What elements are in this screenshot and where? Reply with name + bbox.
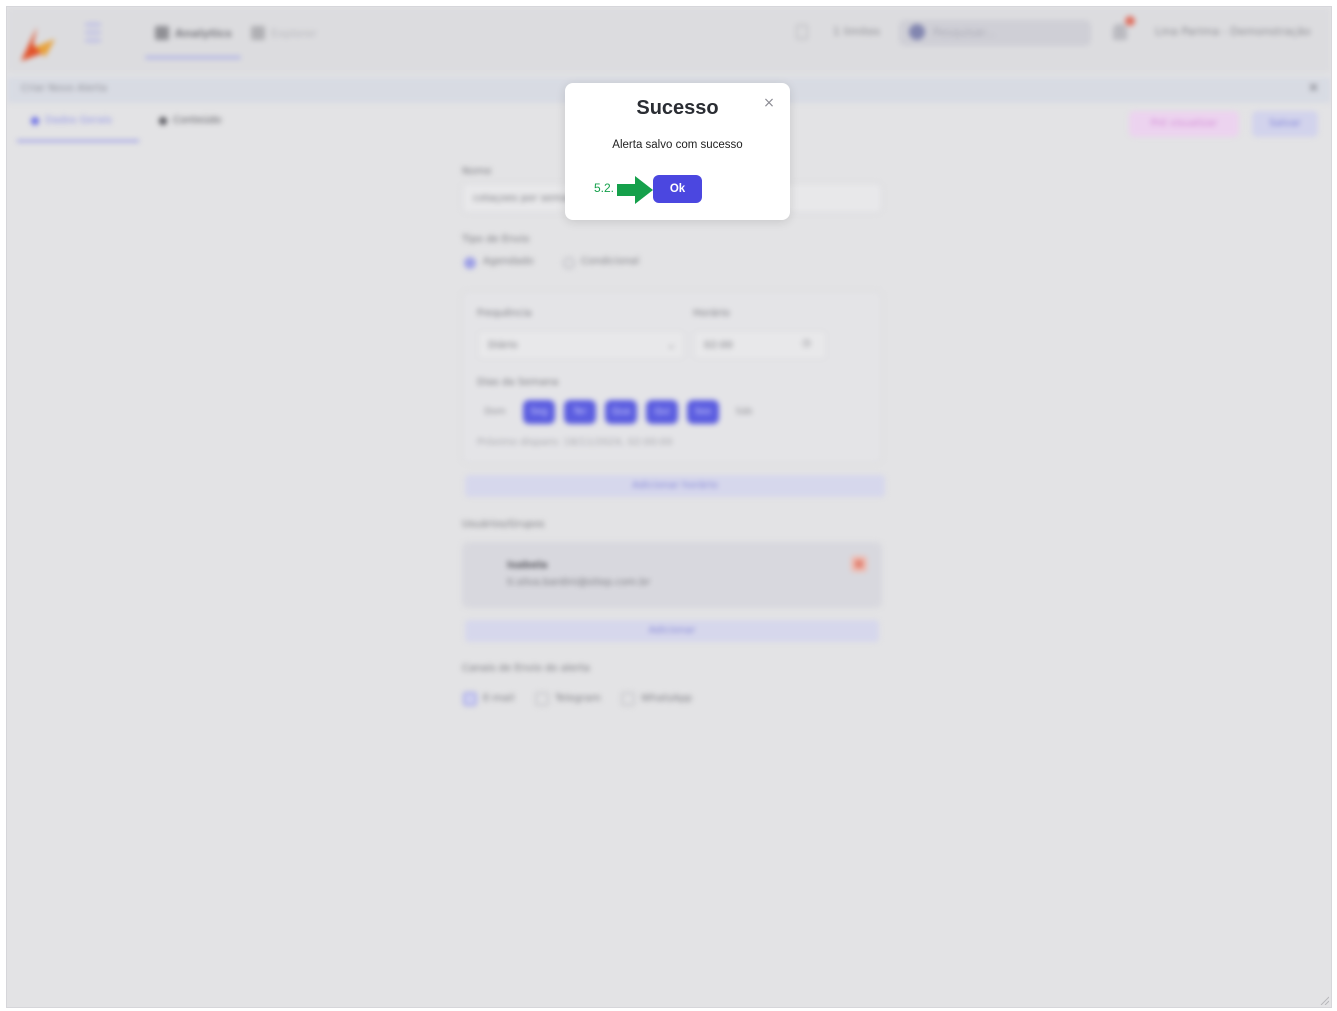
checkbox-whatsapp-label: WhatsApp bbox=[641, 693, 693, 704]
delete-recipient-icon[interactable] bbox=[851, 556, 867, 572]
top-navbar: Analytics Explorer 1 limites Pesquisar..… bbox=[7, 7, 1331, 73]
success-modal: Sucesso × Alerta salvo com sucesso Ok bbox=[565, 83, 790, 220]
add-time-button[interactable]: Adicionar horário bbox=[465, 475, 885, 497]
tab-explorer-label: Explorer bbox=[271, 26, 317, 40]
recipients-label: Usuários/Grupos bbox=[462, 519, 545, 530]
name-label: Nome bbox=[462, 166, 492, 177]
limits-text: 1 limites bbox=[833, 25, 881, 38]
frequency-label: Frequência bbox=[477, 308, 532, 319]
notification-badge bbox=[1125, 16, 1135, 26]
modal-title: Sucesso bbox=[636, 97, 719, 119]
chevron-down-icon: ⌄ bbox=[667, 340, 676, 351]
next-send-text: Próximo disparo: 18/11/2024, 02:00:00 bbox=[477, 437, 673, 448]
time-label: Horário bbox=[693, 308, 730, 319]
tab-analytics-label: Analytics bbox=[175, 26, 232, 40]
radio-scheduled[interactable] bbox=[464, 257, 476, 269]
radio-scheduled-label: Agendado bbox=[483, 256, 534, 267]
active-tab-underline bbox=[145, 56, 241, 59]
clock-icon[interactable] bbox=[796, 24, 808, 40]
info-icon bbox=[31, 116, 39, 125]
logo-icon bbox=[21, 27, 55, 61]
ok-button[interactable]: Ok bbox=[653, 175, 702, 203]
channels-label: Canais de Envio do alerta bbox=[462, 663, 590, 674]
menu-icon[interactable] bbox=[85, 23, 101, 45]
day-mon[interactable]: Seg bbox=[523, 400, 555, 424]
search-input[interactable]: Pesquisar... bbox=[899, 20, 1091, 46]
dashboard-icon bbox=[155, 26, 169, 40]
save-button-label: Salvar bbox=[1269, 118, 1301, 129]
preview-button[interactable]: Pré visualizar bbox=[1129, 111, 1239, 137]
clock-icon: ◷ bbox=[802, 338, 811, 349]
step-annotation-label: 5.2. bbox=[594, 181, 615, 195]
modal-message: Alerta salvo com sucesso bbox=[612, 139, 743, 151]
checkbox-whatsapp[interactable] bbox=[621, 692, 635, 706]
day-tue[interactable]: Ter bbox=[564, 400, 596, 424]
checkbox-telegram[interactable] bbox=[535, 692, 549, 706]
search-placeholder: Pesquisar... bbox=[933, 26, 996, 39]
recipient-email: ti.silva.bardini@sitep.com.br bbox=[507, 577, 651, 588]
day-wed[interactable]: Qua bbox=[605, 400, 637, 424]
dialog-title: Criar Novo Alerta bbox=[21, 83, 108, 94]
lock-icon bbox=[159, 116, 167, 125]
tab-basic-label: Dados Gerais bbox=[45, 115, 112, 126]
day-thu[interactable]: Qui bbox=[646, 400, 678, 424]
grid-icon bbox=[251, 26, 265, 40]
notification-bell-icon[interactable] bbox=[1113, 24, 1127, 40]
weekdays-label: Dias da Semana bbox=[477, 377, 559, 388]
tab-content-label: Conteúdo bbox=[173, 115, 222, 126]
recipient-name: Isabela bbox=[507, 560, 548, 571]
frequency-value: Diário bbox=[488, 340, 518, 351]
tab-explorer[interactable]: Explorer bbox=[251, 24, 317, 42]
search-icon bbox=[909, 24, 925, 40]
dialog-close-icon[interactable]: ✕ bbox=[1308, 81, 1319, 96]
day-sat[interactable]: Sáb bbox=[728, 400, 760, 424]
day-sun[interactable]: Dom bbox=[479, 400, 511, 424]
add-recipient-button[interactable]: Adicionar bbox=[465, 620, 879, 642]
resize-grip-icon[interactable] bbox=[1319, 995, 1329, 1005]
send-type-label: Tipo de Envio bbox=[462, 234, 530, 245]
save-button[interactable]: Salvar bbox=[1252, 111, 1318, 137]
checkbox-email[interactable] bbox=[463, 692, 477, 706]
tab-analytics[interactable]: Analytics bbox=[155, 24, 232, 42]
user-menu[interactable]: Lina Parima - Demonstração bbox=[1155, 25, 1311, 38]
day-fri[interactable]: Sex bbox=[687, 400, 719, 424]
tab-basic-data[interactable]: Dados Gerais bbox=[31, 115, 112, 126]
arrow-right-icon bbox=[617, 176, 653, 204]
radio-conditional-label: Condicional bbox=[581, 256, 640, 267]
recipient-card bbox=[462, 542, 882, 608]
tab-content[interactable]: Conteúdo bbox=[159, 115, 221, 126]
radio-conditional[interactable] bbox=[563, 257, 575, 269]
checkbox-email-label: E-mail bbox=[483, 693, 515, 704]
preview-button-label: Pré visualizar bbox=[1150, 118, 1218, 129]
checkbox-telegram-label: Telegram bbox=[555, 693, 601, 704]
close-icon[interactable]: × bbox=[762, 96, 776, 110]
active-tab-underline bbox=[17, 140, 139, 142]
time-value: 02:00 bbox=[704, 340, 733, 351]
